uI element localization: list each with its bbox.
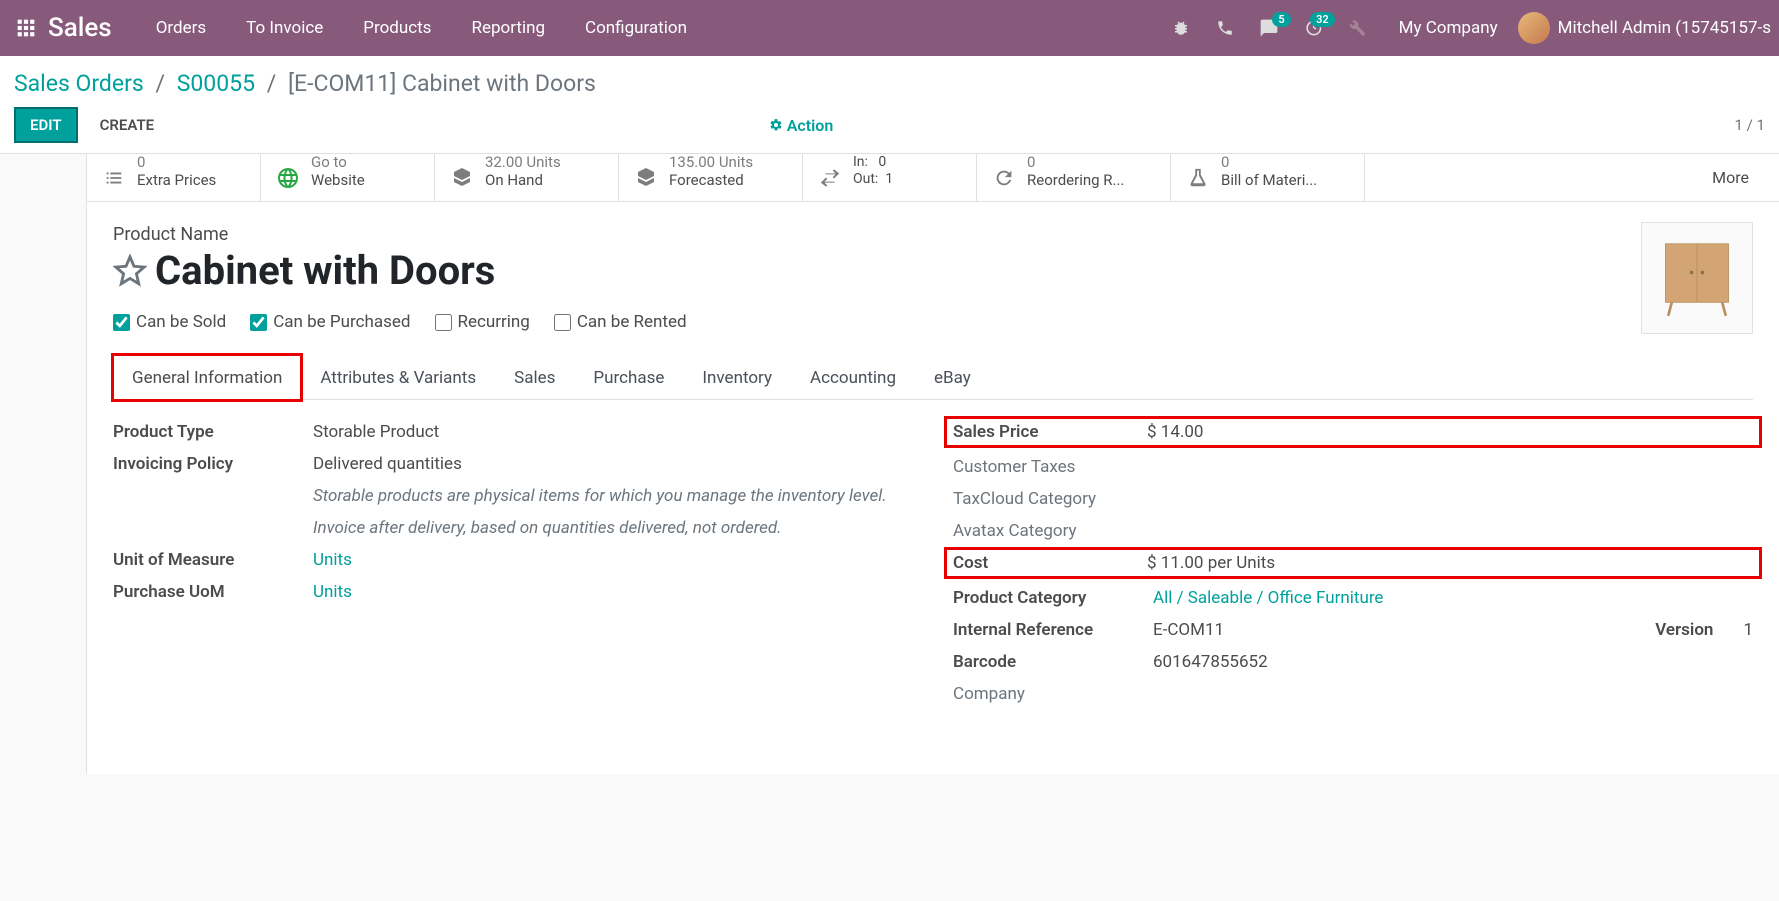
cost-label: Cost: [953, 553, 1147, 573]
arrows-icon: [817, 165, 843, 191]
boxes-icon: [449, 165, 475, 191]
right-column: Sales Price$ 14.00 Customer Taxes TaxClo…: [953, 422, 1753, 716]
tab-general-information[interactable]: General Information: [113, 355, 301, 400]
globe-icon: [275, 165, 301, 191]
recurring-check[interactable]: Recurring: [435, 312, 530, 332]
tab-inventory[interactable]: Inventory: [683, 355, 791, 400]
create-button[interactable]: CREATE: [86, 109, 169, 141]
tab-sales[interactable]: Sales: [495, 355, 574, 400]
breadcrumb-current: [E-COM11] Cabinet with Doors: [288, 70, 596, 97]
brand[interactable]: Sales: [48, 13, 112, 43]
bug-icon[interactable]: [1163, 10, 1199, 46]
can-be-sold-check[interactable]: Can be Sold: [113, 312, 226, 332]
iref-value: E-COM11: [1153, 620, 1655, 640]
stat-reordering[interactable]: 0Reordering R...: [977, 154, 1171, 201]
nav-orders[interactable]: Orders: [136, 18, 226, 38]
avatar[interactable]: [1518, 12, 1550, 44]
nav-reporting[interactable]: Reporting: [451, 18, 565, 38]
left-column: Product TypeStorable Product Invoicing P…: [113, 422, 913, 716]
version-value: 1: [1743, 620, 1753, 640]
activities-badge: 32: [1310, 12, 1335, 27]
stat-website[interactable]: Go toWebsite: [261, 154, 435, 201]
user-menu[interactable]: Mitchell Admin (15745157-s: [1558, 18, 1771, 38]
form-content: 0Extra Prices Go toWebsite 32.00 UnitsOn…: [86, 154, 1779, 774]
cost-unit: per Units: [1208, 553, 1275, 573]
sales-price-row: Sales Price$ 14.00: [947, 419, 1759, 445]
nav-to-invoice[interactable]: To Invoice: [226, 18, 343, 38]
tab-purchase[interactable]: Purchase: [574, 355, 683, 400]
tab-attributes-variants[interactable]: Attributes & Variants: [301, 355, 495, 400]
stat-forecasted[interactable]: 135.00 UnitsForecasted: [619, 154, 803, 201]
messages-badge: 5: [1272, 12, 1290, 27]
stat-bom[interactable]: 0Bill of Materi...: [1171, 154, 1365, 201]
list-icon: [101, 165, 127, 191]
barcode-label: Barcode: [953, 652, 1153, 672]
tab-accounting[interactable]: Accounting: [791, 355, 915, 400]
edit-button[interactable]: EDIT: [14, 107, 78, 143]
breadcrumb-sales-orders[interactable]: Sales Orders: [14, 70, 144, 97]
cabinet-icon: [1652, 233, 1742, 323]
cost-row: Cost$ 11.00 per Units: [947, 550, 1759, 576]
nav-products[interactable]: Products: [343, 18, 451, 38]
help-text-2: Invoice after delivery, based on quantit…: [313, 518, 913, 538]
breadcrumb: Sales Orders / S00055 / [E-COM11] Cabine…: [14, 70, 1765, 97]
cost-value: $ 11.00: [1147, 553, 1203, 573]
tab-ebay[interactable]: eBay: [915, 355, 990, 400]
product-name-label: Product Name: [113, 224, 1753, 245]
star-icon[interactable]: [113, 254, 147, 288]
iref-label: Internal Reference: [953, 620, 1153, 640]
avatax-label: Avatax Category: [953, 521, 1077, 541]
sales-price-label: Sales Price: [953, 422, 1147, 442]
stat-more[interactable]: More: [1682, 154, 1779, 201]
stat-extra-prices[interactable]: 0Extra Prices: [87, 154, 261, 201]
top-nav: Sales Orders To Invoice Products Reporti…: [0, 0, 1779, 56]
barcode-value: 601647855652: [1153, 652, 1753, 672]
activities-icon[interactable]: 32: [1295, 10, 1331, 46]
phone-icon[interactable]: [1207, 10, 1243, 46]
tools-icon[interactable]: [1339, 10, 1375, 46]
product-type-label: Product Type: [113, 422, 313, 442]
action-label: Action: [787, 116, 834, 135]
pager[interactable]: 1 / 1: [1734, 116, 1765, 134]
apps-icon[interactable]: [8, 10, 44, 46]
boxes-icon: [633, 165, 659, 191]
category-value[interactable]: All / Saleable / Office Furniture: [1153, 588, 1753, 608]
action-menu[interactable]: Action: [769, 116, 834, 135]
puom-label: Purchase UoM: [113, 582, 313, 602]
invoicing-policy-value: Delivered quantities: [313, 454, 913, 474]
tabs: General Information Attributes & Variant…: [113, 354, 1753, 400]
puom-value[interactable]: Units: [313, 582, 913, 602]
uom-label: Unit of Measure: [113, 550, 313, 570]
customer-taxes-label: Customer Taxes: [953, 457, 1153, 477]
messages-icon[interactable]: 5: [1251, 10, 1287, 46]
category-label: Product Category: [953, 588, 1153, 608]
sales-price-value: $ 14.00: [1147, 422, 1753, 442]
nav-configuration[interactable]: Configuration: [565, 18, 707, 38]
flask-icon: [1185, 165, 1211, 191]
stat-transfers[interactable]: In: 0Out: 1: [803, 154, 977, 201]
product-title: Cabinet with Doors: [155, 247, 495, 294]
version-label: Version: [1655, 620, 1713, 640]
product-image[interactable]: [1641, 222, 1753, 334]
refresh-icon: [991, 165, 1017, 191]
breadcrumb-order[interactable]: S00055: [177, 70, 255, 97]
stat-buttons: 0Extra Prices Go toWebsite 32.00 UnitsOn…: [87, 154, 1779, 202]
page-header: Sales Orders / S00055 / [E-COM11] Cabine…: [0, 56, 1779, 154]
stat-onhand[interactable]: 32.00 UnitsOn Hand: [435, 154, 619, 201]
company-label: Company: [953, 684, 1153, 704]
taxcloud-label: TaxCloud Category: [953, 489, 1096, 509]
can-be-purchased-check[interactable]: Can be Purchased: [250, 312, 410, 332]
company-selector[interactable]: My Company: [1399, 18, 1498, 38]
uom-value[interactable]: Units: [313, 550, 913, 570]
product-type-value: Storable Product: [313, 422, 913, 442]
can-be-rented-check[interactable]: Can be Rented: [554, 312, 687, 332]
invoicing-policy-label: Invoicing Policy: [113, 454, 313, 474]
help-text-1: Storable products are physical items for…: [313, 486, 913, 506]
